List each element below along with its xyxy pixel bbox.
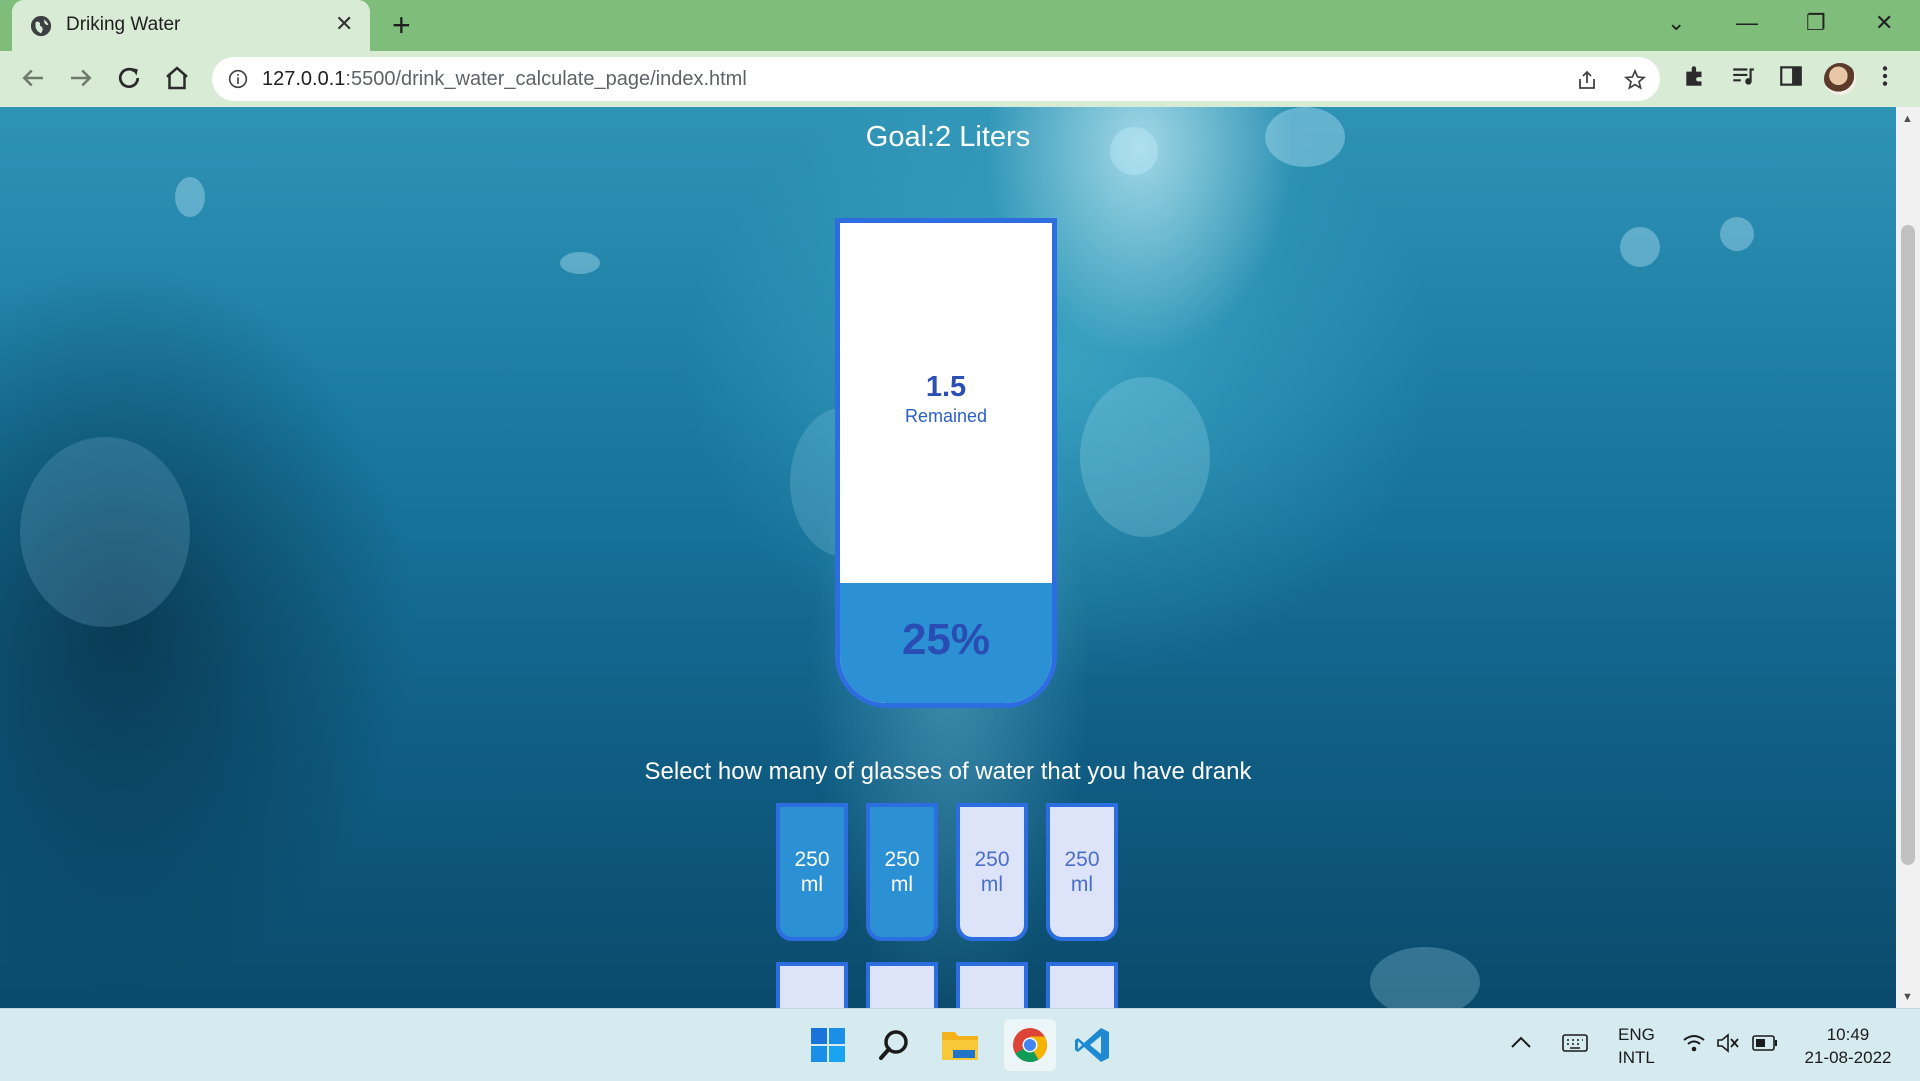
keyboard-icon[interactable] bbox=[1562, 1033, 1588, 1053]
glass-size: 250 bbox=[974, 848, 1010, 871]
glass-size: 250 bbox=[884, 848, 920, 871]
background-bubble bbox=[20, 437, 190, 627]
vscode-icon[interactable] bbox=[1070, 1023, 1114, 1067]
new-tab-button[interactable]: + bbox=[392, 9, 411, 41]
search-icon[interactable] bbox=[872, 1023, 916, 1067]
glass-size: 250 bbox=[1064, 848, 1100, 871]
small-glass-8[interactable] bbox=[1046, 962, 1118, 1008]
scroll-down-arrow-icon[interactable]: ▼ bbox=[1902, 991, 1913, 1003]
reload-icon[interactable] bbox=[114, 63, 144, 93]
keyboard-layout: INTL bbox=[1618, 1048, 1655, 1067]
small-glass-3[interactable]: 250 ml bbox=[956, 803, 1028, 941]
bookmark-star-icon[interactable] bbox=[1623, 68, 1647, 92]
side-panel-icon[interactable] bbox=[1778, 63, 1804, 89]
volume-muted-icon[interactable] bbox=[1716, 1033, 1740, 1053]
glass-label: 250 ml bbox=[884, 847, 919, 897]
home-icon[interactable] bbox=[162, 63, 192, 93]
language-indicator[interactable]: ENG INTL bbox=[1618, 1023, 1655, 1069]
background-bubble bbox=[1720, 217, 1754, 251]
language-code: ENG bbox=[1618, 1025, 1655, 1044]
background-bubble bbox=[1370, 947, 1480, 1008]
kebab-menu-icon[interactable] bbox=[1878, 63, 1892, 89]
small-glass-7[interactable] bbox=[956, 962, 1028, 1008]
small-glass-2[interactable]: 250 ml bbox=[866, 803, 938, 941]
windows-start-icon[interactable] bbox=[806, 1023, 850, 1067]
goal-heading: Goal:2 Liters bbox=[865, 121, 1031, 153]
extensions-puzzle-icon[interactable] bbox=[1682, 63, 1708, 89]
glass-label: 250 ml bbox=[974, 847, 1009, 897]
glass-unit: ml bbox=[890, 873, 914, 896]
address-bar[interactable]: 127.0.0.1:5500/drink_water_calculate_pag… bbox=[212, 57, 1660, 101]
restore-button[interactable]: ❐ bbox=[1806, 10, 1826, 36]
clock[interactable]: 10:49 21-08-2022 bbox=[1800, 1023, 1896, 1069]
media-playlist-icon[interactable] bbox=[1730, 63, 1756, 89]
small-glass-5[interactable] bbox=[776, 962, 848, 1008]
url-path: :5500/drink_water_calculate_page/index.h… bbox=[345, 68, 747, 90]
small-glass-1[interactable]: 250 ml bbox=[776, 803, 848, 941]
page-scrollbar[interactable]: ▲ ▼ bbox=[1896, 107, 1920, 1008]
battery-icon[interactable] bbox=[1752, 1035, 1778, 1051]
glass-unit: ml bbox=[980, 873, 1004, 896]
page-viewport: Goal:2 Liters 1.5 Remained 25% Select ho… bbox=[0, 107, 1896, 1008]
background-bubble bbox=[560, 252, 600, 274]
windows-taskbar: ENG INTL 10:49 21-08-2022 bbox=[0, 1008, 1920, 1081]
minimize-button[interactable]: — bbox=[1736, 10, 1758, 36]
url-text[interactable]: 127.0.0.1:5500/drink_water_calculate_pag… bbox=[262, 68, 747, 91]
profile-avatar[interactable] bbox=[1824, 63, 1856, 95]
glass-size: 250 bbox=[794, 848, 830, 871]
browser-tab-strip: Driking Water ✕ + ⌄ — ❐ ✕ bbox=[0, 0, 1920, 51]
wifi-icon[interactable] bbox=[1682, 1033, 1706, 1053]
background-bubble bbox=[175, 177, 205, 217]
percentage-text: 25% bbox=[901, 615, 991, 664]
chrome-icon[interactable] bbox=[1004, 1019, 1056, 1071]
chevron-up-icon[interactable] bbox=[1510, 1035, 1532, 1049]
small-glass-4[interactable]: 250 ml bbox=[1046, 803, 1118, 941]
glass-unit: ml bbox=[800, 873, 824, 896]
glass-label: 250 ml bbox=[794, 847, 829, 897]
file-explorer-icon[interactable] bbox=[938, 1023, 982, 1067]
clock-time: 10:49 bbox=[1826, 1025, 1870, 1044]
back-arrow-icon[interactable] bbox=[18, 63, 48, 93]
glass-label: 250 ml bbox=[1064, 847, 1099, 897]
background-bubble bbox=[1620, 227, 1660, 267]
remained-box: 1.5 Remained bbox=[840, 371, 1052, 427]
browser-toolbar: 127.0.0.1:5500/drink_water_calculate_pag… bbox=[0, 51, 1920, 107]
small-glass-6[interactable] bbox=[866, 962, 938, 1008]
share-icon[interactable] bbox=[1575, 68, 1599, 92]
big-cup: 1.5 Remained 25% bbox=[835, 218, 1057, 708]
background-bubble bbox=[1080, 377, 1210, 537]
scroll-thumb[interactable] bbox=[1901, 225, 1915, 865]
remained-label: Remained bbox=[904, 406, 988, 426]
instruction-text: Select how many of glasses of water that… bbox=[644, 758, 1252, 785]
forward-arrow-icon[interactable] bbox=[66, 63, 96, 93]
browser-tab[interactable]: Driking Water ✕ bbox=[12, 0, 370, 51]
close-tab-icon[interactable]: ✕ bbox=[335, 13, 353, 35]
close-window-button[interactable]: ✕ bbox=[1875, 10, 1893, 36]
scroll-up-arrow-icon[interactable]: ▲ bbox=[1902, 113, 1913, 125]
url-host: 127.0.0.1 bbox=[262, 68, 346, 90]
glass-unit: ml bbox=[1070, 873, 1094, 896]
globe-icon bbox=[30, 15, 52, 37]
tab-search-chevron-icon[interactable]: ⌄ bbox=[1667, 10, 1685, 36]
tab-title: Driking Water bbox=[66, 14, 181, 35]
clock-date: 21-08-2022 bbox=[1804, 1048, 1892, 1067]
site-info-icon[interactable] bbox=[228, 69, 248, 89]
remained-liters: 1.5 bbox=[925, 371, 967, 403]
